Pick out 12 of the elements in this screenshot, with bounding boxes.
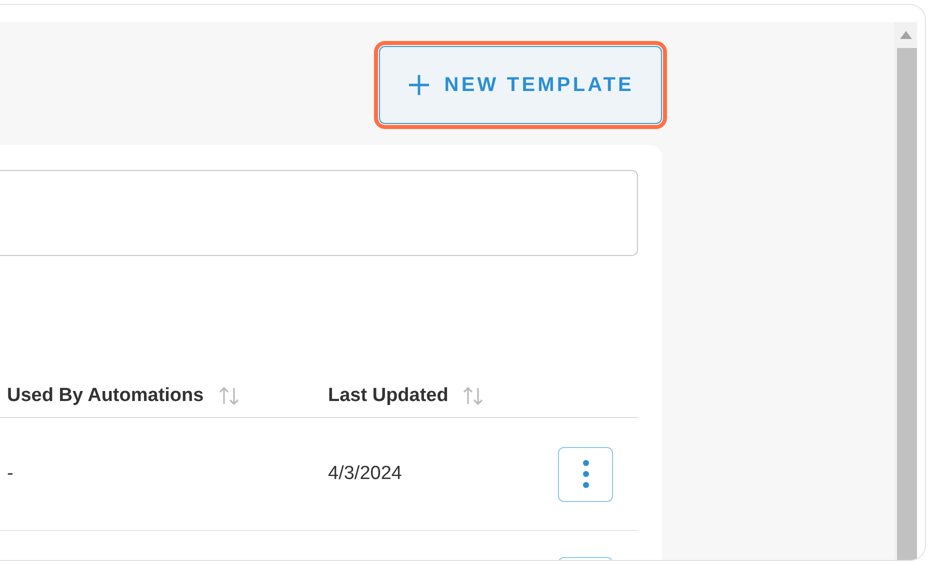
- search-field[interactable]: [0, 170, 638, 256]
- sort-icon[interactable]: [218, 386, 240, 406]
- vertical-dots-icon: [582, 459, 590, 489]
- plus-icon: [408, 74, 430, 96]
- table-cell: 4/3/2024: [328, 463, 402, 484]
- scroll-up-arrow-icon[interactable]: [900, 31, 912, 39]
- table-cell: -: [7, 463, 14, 484]
- sort-icon[interactable]: [462, 386, 484, 406]
- column-header[interactable]: Last Updated: [328, 385, 448, 407]
- scrollbar-thumb[interactable]: [897, 48, 917, 560]
- column-header[interactable]: Used By Automations: [7, 385, 204, 407]
- more-options-button[interactable]: [558, 446, 613, 502]
